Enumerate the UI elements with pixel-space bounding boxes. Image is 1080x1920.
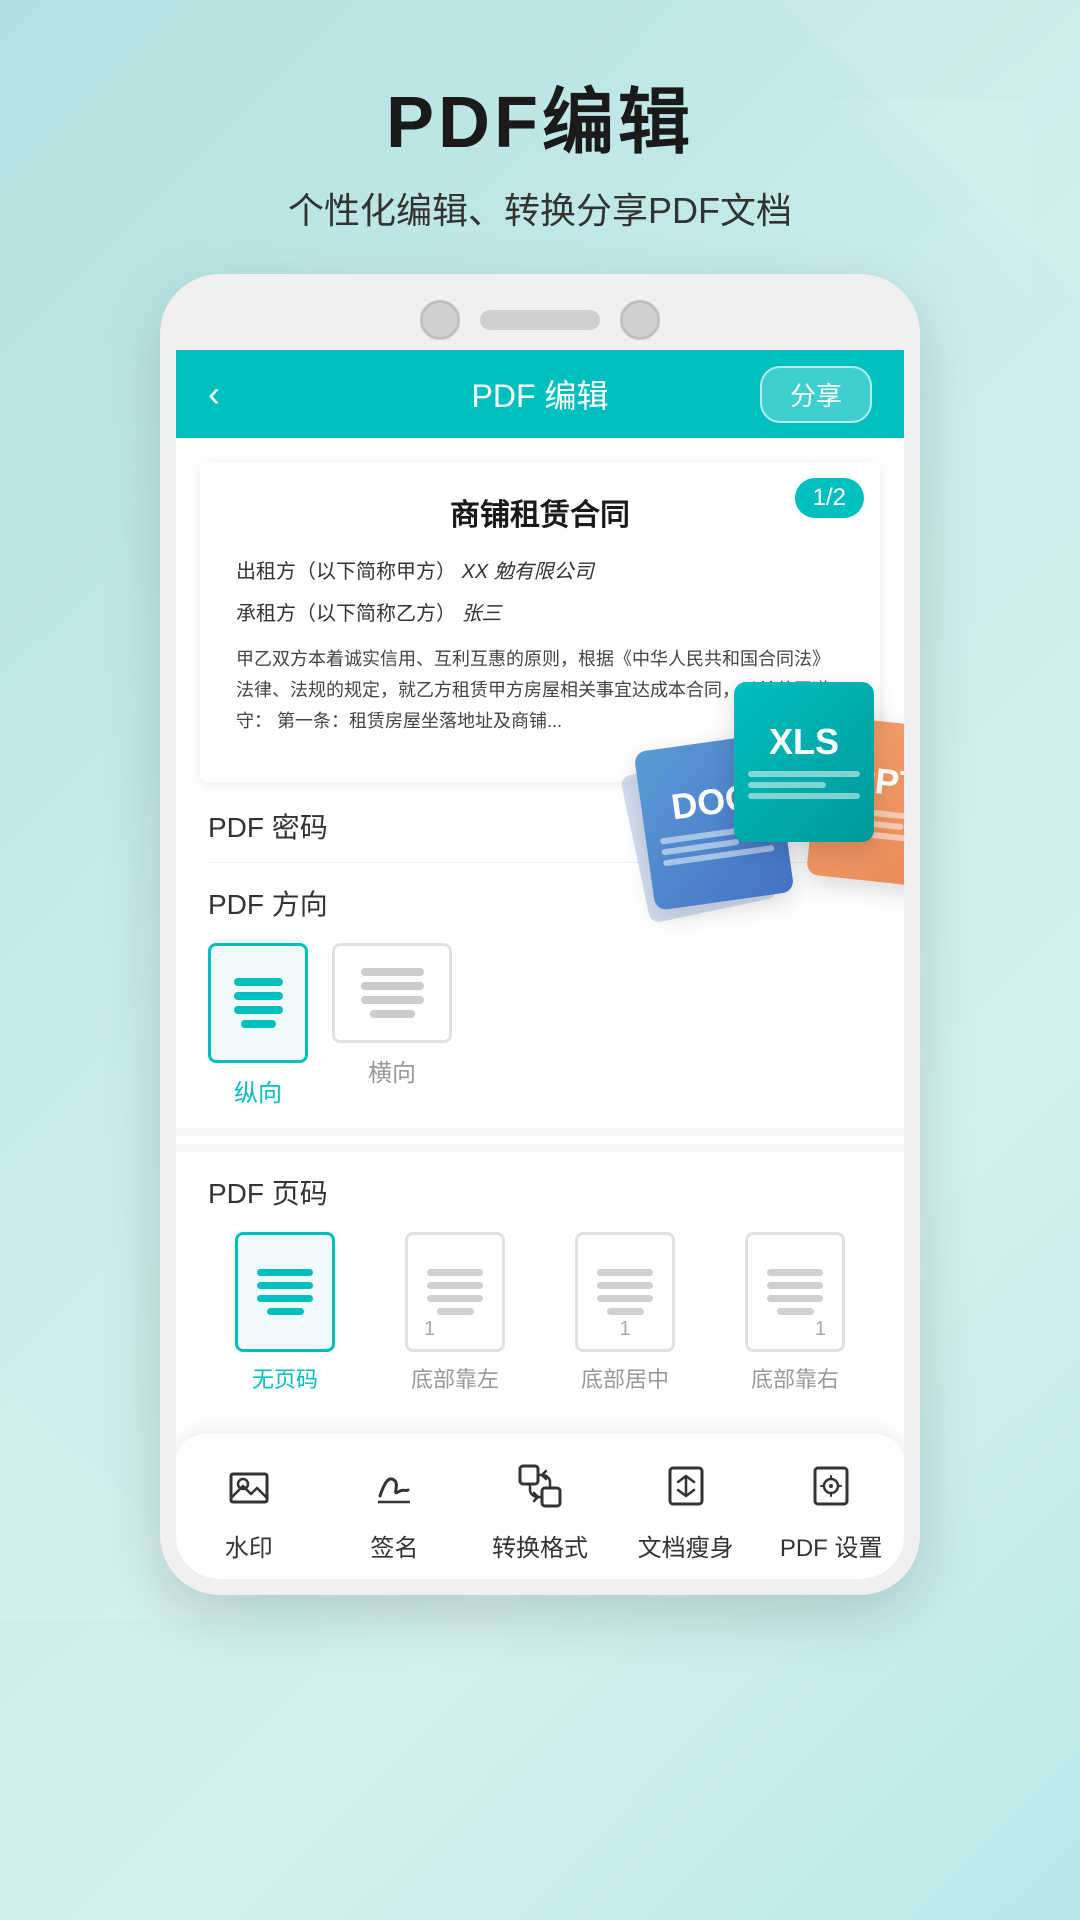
doc-line-2-value: 张三 — [462, 603, 502, 625]
toolbar-compress[interactable]: 文档瘦身 — [613, 1454, 759, 1563]
file-label-xls: XLS — [769, 721, 839, 763]
phone-mockup: ‹ PDF 编辑 分享 1/2 商铺租赁合同 出租方（以下简称甲方） XX 勉有… — [160, 274, 920, 1595]
phone-camera-left — [420, 300, 460, 340]
compress-label: 文档瘦身 — [638, 1528, 734, 1563]
settings-icon — [799, 1454, 863, 1518]
pc-line-bl2 — [427, 1282, 483, 1289]
pagecode-section: PDF 页码 无页码 — [176, 1144, 904, 1418]
header-section: PDF编辑 个性化编辑、转换分享PDF文档 — [0, 0, 1080, 274]
pc-line-n3 — [257, 1295, 313, 1302]
signature-icon — [362, 1454, 426, 1518]
toolbar-watermark[interactable]: 水印 — [176, 1454, 322, 1563]
orient-line-p4 — [241, 1020, 276, 1028]
toolbar-convert[interactable]: 转换格式 — [467, 1454, 613, 1563]
pc-line-bc3 — [597, 1295, 653, 1302]
num-badge-bc: 1 — [619, 1318, 630, 1341]
orient-line-l2 — [361, 982, 424, 990]
orient-line-p3 — [234, 1006, 283, 1014]
file-line-xls-2 — [748, 782, 826, 788]
pagecode-br-icon: 1 — [745, 1232, 845, 1352]
convert-label: 转换格式 — [492, 1528, 588, 1563]
pagecode-bottom-right[interactable]: 1 底部靠右 — [718, 1232, 872, 1394]
pagecode-none-icon — [235, 1232, 335, 1352]
pc-line-br1 — [767, 1269, 823, 1276]
phone-camera-right — [620, 300, 660, 340]
phone-outer: ‹ PDF 编辑 分享 1/2 商铺租赁合同 出租方（以下简称甲方） XX 勉有… — [160, 274, 920, 1595]
portrait-label: 纵向 — [234, 1073, 282, 1108]
pagecode-br-label: 底部靠右 — [751, 1362, 839, 1394]
settings-label: PDF 设置 — [780, 1528, 883, 1563]
portrait-icon — [208, 943, 308, 1063]
pagecode-none-label: 无页码 — [252, 1362, 318, 1394]
phone-notch — [176, 290, 904, 350]
pagecode-options: 无页码 1 底部靠左 — [208, 1232, 872, 1394]
num-badge-br: 1 — [815, 1318, 826, 1341]
file-line-xls-3 — [748, 793, 860, 799]
pc-line-br4 — [777, 1308, 814, 1315]
pc-line-br2 — [767, 1282, 823, 1289]
doc-line-1-prefix: 出租方（以下简称甲方） — [236, 561, 456, 583]
file-card-xls: XLS — [734, 682, 874, 842]
pagecode-title: PDF 页码 — [208, 1172, 872, 1212]
pc-line-bc4 — [607, 1308, 644, 1315]
pagecode-bl-icon: 1 — [405, 1232, 505, 1352]
signature-label: 签名 — [370, 1528, 418, 1563]
pagecode-wrapper: PDF 页码 无页码 — [176, 1128, 904, 1418]
pc-line-br3 — [767, 1295, 823, 1302]
num-badge-bl: 1 — [424, 1318, 435, 1341]
orientation-options: 纵向 横向 — [208, 943, 872, 1108]
pc-line-bl4 — [437, 1308, 474, 1315]
orient-line-l3 — [361, 996, 424, 1004]
pc-line-bc2 — [597, 1282, 653, 1289]
app-header-bar: ‹ PDF 编辑 分享 — [176, 350, 904, 438]
app-bar-title: PDF 编辑 — [472, 371, 609, 417]
doc-line-1: 出租方（以下简称甲方） XX 勉有限公司 — [236, 554, 844, 590]
doc-title: 商铺租赁合同 — [236, 490, 844, 534]
pagecode-bottom-center[interactable]: 1 底部居中 — [548, 1232, 702, 1394]
share-button[interactable]: 分享 — [760, 366, 872, 423]
landscape-label: 横向 — [368, 1053, 416, 1088]
orient-line-l4 — [370, 1010, 415, 1018]
toolbar-signature[interactable]: 签名 — [322, 1454, 468, 1563]
file-line-xls-1 — [748, 771, 860, 777]
pagecode-bc-icon: 1 — [575, 1232, 675, 1352]
orientation-portrait[interactable]: 纵向 — [208, 943, 308, 1108]
doc-line-2: 承租方（以下简称乙方） 张三 — [236, 596, 844, 632]
pagecode-bl-label: 底部靠左 — [411, 1362, 499, 1394]
pc-line-bl1 — [427, 1269, 483, 1276]
orient-line-p2 — [234, 992, 283, 1000]
pc-line-bl3 — [427, 1295, 483, 1302]
pagecode-bc-label: 底部居中 — [581, 1362, 669, 1394]
convert-icon — [508, 1454, 572, 1518]
watermark-icon — [217, 1454, 281, 1518]
compress-icon — [654, 1454, 718, 1518]
pc-line-n2 — [257, 1282, 313, 1289]
file-lines-xls — [748, 771, 860, 804]
file-formats-container: DOC XLS — [644, 682, 904, 962]
orient-line-p1 — [234, 978, 283, 986]
pc-line-n4 — [267, 1308, 304, 1315]
orient-line-l1 — [361, 968, 424, 976]
pagecode-none[interactable]: 无页码 — [208, 1232, 362, 1394]
orientation-landscape[interactable]: 横向 — [332, 943, 452, 1088]
doc-line-2-prefix: 承租方（以下简称乙方） — [236, 603, 456, 625]
pc-line-n1 — [257, 1269, 313, 1276]
pc-line-bc1 — [597, 1269, 653, 1276]
back-button[interactable]: ‹ — [208, 373, 220, 415]
toolbar-settings[interactable]: PDF 设置 — [758, 1454, 904, 1563]
pagecode-bottom-left[interactable]: 1 底部靠左 — [378, 1232, 532, 1394]
main-title: PDF编辑 — [0, 80, 1080, 166]
doc-line-1-value: XX 勉有限公司 — [462, 561, 594, 583]
page-badge: 1/2 — [795, 478, 864, 518]
phone-speaker — [480, 310, 600, 330]
watermark-label: 水印 — [225, 1528, 273, 1563]
bottom-toolbar: 水印 签名 — [176, 1434, 904, 1579]
sub-title: 个性化编辑、转换分享PDF文档 — [0, 182, 1080, 234]
toolbar-items: 水印 签名 — [176, 1454, 904, 1563]
landscape-icon — [332, 943, 452, 1043]
phone-screen: ‹ PDF 编辑 分享 1/2 商铺租赁合同 出租方（以下简称甲方） XX 勉有… — [176, 350, 904, 1579]
